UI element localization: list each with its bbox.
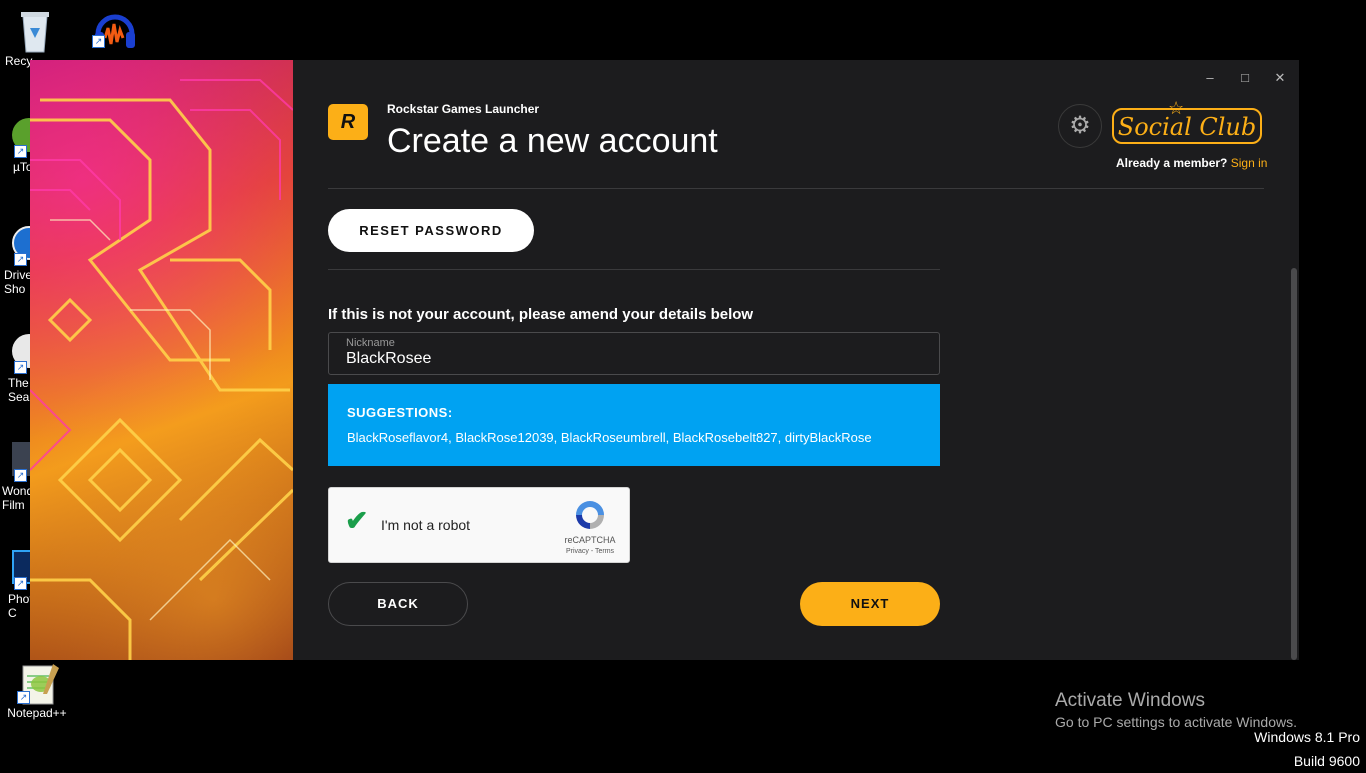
app-title: Rockstar Games Launcher xyxy=(387,102,540,116)
recycle-bin-icon xyxy=(15,8,55,53)
suggestions-box: SUGGESTIONS: BlackRoseflavor4, BlackRose… xyxy=(328,384,940,466)
section-heading: If this is not your account, please amen… xyxy=(328,306,754,323)
nickname-field[interactable]: Nickname BlackRosee xyxy=(328,332,940,375)
divider xyxy=(328,269,940,270)
star-icon: ☆ xyxy=(1168,98,1185,118)
recaptcha-brand: reCAPTCHA xyxy=(564,535,616,545)
checkmark-icon[interactable]: ✔ xyxy=(345,504,368,537)
social-club-logo: Social Club xyxy=(1112,108,1262,144)
desktop-icon-label: Drive Sho xyxy=(4,268,33,296)
page-title: Create a new account xyxy=(387,122,718,160)
maximize-button[interactable]: □ xyxy=(1230,68,1260,88)
desktop-icon-notepadpp[interactable]: ↗ Notepad++ xyxy=(4,664,70,720)
recaptcha-label: I'm not a robot xyxy=(381,517,471,533)
nickname-label: Nickname xyxy=(346,337,395,349)
shortcut-arrow-icon: ↗ xyxy=(14,469,27,482)
shortcut-arrow-icon: ↗ xyxy=(14,253,27,266)
divider xyxy=(328,188,1264,189)
windows-version: Windows 8.1 Pro Build 9600 xyxy=(1254,725,1360,773)
shortcut-arrow-icon: ↗ xyxy=(14,577,27,590)
shortcut-arrow-icon: ↗ xyxy=(14,145,27,158)
sign-in-link[interactable]: Sign in xyxy=(1231,156,1268,170)
already-member-text: Already a member? Sign in xyxy=(1116,156,1267,170)
activate-windows-watermark: Activate Windows Go to PC settings to ac… xyxy=(1055,690,1297,730)
suggestions-list[interactable]: BlackRoseflavor4, BlackRose12039, BlackR… xyxy=(347,430,921,445)
recaptcha-widget[interactable]: ✔ I'm not a robot reCAPTCHA Privacy - Te… xyxy=(328,487,630,563)
desktop-icon-label: Notepad++ xyxy=(7,706,67,720)
desktop-icon-drive[interactable]: ↗ Drive Sho xyxy=(0,226,34,296)
notepadpp-icon: ↗ xyxy=(17,664,59,705)
next-button[interactable]: NEXT xyxy=(800,582,940,626)
minimize-button[interactable]: – xyxy=(1195,68,1225,88)
already-member-label: Already a member? xyxy=(1116,156,1228,170)
nickname-value[interactable]: BlackRosee xyxy=(346,350,431,368)
rockstar-logo: R xyxy=(328,104,368,140)
scrollbar[interactable] xyxy=(1291,268,1297,660)
settings-gear-icon[interactable]: ⚙ xyxy=(1058,104,1102,148)
desktop-icon-the-sea[interactable]: ↗ The Sea xyxy=(0,334,34,404)
desktop-icon-label: The Sea xyxy=(8,376,30,404)
shortcut-arrow-icon: ↗ xyxy=(17,691,30,704)
shortcut-arrow-icon: ↗ xyxy=(92,35,105,48)
suggestions-heading: SUGGESTIONS: xyxy=(347,405,453,420)
desktop-icon-label: µTo xyxy=(13,160,33,174)
desktop-icon-audacity[interactable]: ↗ xyxy=(82,8,142,50)
desktop-icon-utorrent[interactable]: ↗ µTo xyxy=(0,118,34,174)
recaptcha-logo-icon xyxy=(573,498,607,532)
desktop-icon-recycle-bin[interactable]: Recy xyxy=(5,8,65,68)
os-build: Build 9600 xyxy=(1293,753,1360,769)
os-edition: Windows 8.1 Pro xyxy=(1254,729,1360,745)
reset-password-button[interactable]: RESET PASSWORD xyxy=(328,209,534,252)
close-button[interactable]: ✕ xyxy=(1265,68,1295,88)
shortcut-arrow-icon: ↗ xyxy=(14,361,27,374)
activate-title: Activate Windows xyxy=(1055,690,1205,711)
desktop-icon-label: Phot C xyxy=(8,592,33,620)
launcher-window: – □ ✕ R Rockstar Games Launcher Create a… xyxy=(30,60,1299,660)
audacity-icon: ↗ xyxy=(92,8,135,48)
back-button[interactable]: BACK xyxy=(328,582,468,626)
rockstar-artwork xyxy=(30,60,293,660)
desktop-icon-label: Wond Film xyxy=(2,484,34,512)
desktop-icon-photoshop[interactable]: ↗ Phot C xyxy=(0,550,34,620)
desktop-icon-filmora[interactable]: ↗ Wond Film xyxy=(0,442,34,512)
recaptcha-terms[interactable]: Privacy - Terms xyxy=(557,548,623,555)
